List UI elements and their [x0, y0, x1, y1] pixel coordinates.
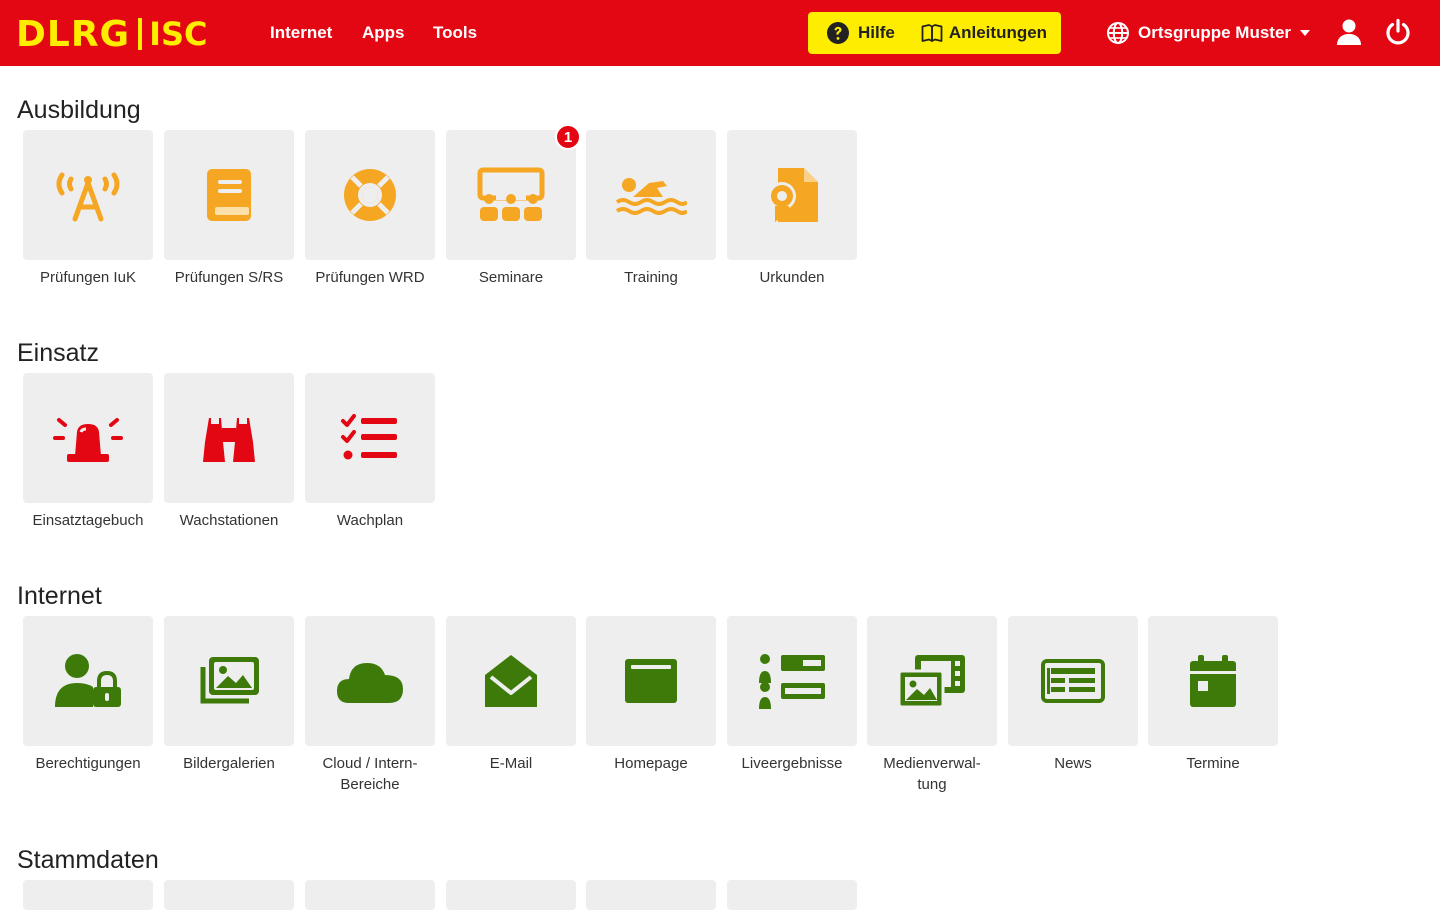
tile-cloud-intern-bereiche[interactable]: Cloud / Intern- Bereiche — [305, 616, 435, 795]
logo-divider — [138, 18, 143, 50]
help-button-group: Hilfe Anleitungen — [808, 12, 1061, 54]
tile-training[interactable]: Training — [586, 130, 716, 288]
section-title-stammdaten: Stammdaten — [17, 846, 159, 874]
tile-label: Liveergebnisse — [741, 755, 843, 772]
newspaper-icon — [1041, 659, 1105, 703]
siren-icon — [53, 418, 123, 462]
tile-label: Berechtigungen — [35, 755, 141, 772]
envelope-open-icon — [485, 655, 537, 707]
help-button[interactable]: Hilfe — [808, 12, 895, 54]
power-icon[interactable] — [1384, 18, 1412, 46]
top-navbar: DLRG ISC Internet Apps Tools Hilfe Anlei… — [0, 0, 1440, 66]
tile-einsatztagebuch[interactable]: Einsatztagebuch — [23, 373, 153, 531]
user-icon[interactable] — [1336, 18, 1362, 46]
calendar-icon — [1190, 655, 1236, 707]
notification-badge: 1 — [555, 124, 581, 150]
nav-apps[interactable]: Apps — [362, 22, 405, 44]
book-icon — [207, 169, 251, 221]
tile-wachplan[interactable]: Wachplan — [305, 373, 435, 531]
organization-label: Ortsgruppe Muster — [1138, 23, 1292, 42]
browser-window-icon — [625, 659, 677, 703]
tile-pruefungen-wrd[interactable]: Prüfungen WRD — [305, 130, 435, 288]
tile-label: Homepage — [614, 755, 688, 772]
tile-stammdaten-partial[interactable] — [446, 880, 576, 910]
tile-label: News — [1054, 755, 1092, 772]
tile-label: Termine — [1186, 755, 1240, 772]
tile-pruefungen-iuk[interactable]: Prüfungen IuK — [23, 130, 153, 288]
section-title-internet: Internet — [17, 582, 102, 610]
tile-label: Bildergalerien — [183, 755, 275, 772]
tile-label-line: Bereiche — [340, 776, 400, 793]
user-lock-icon — [55, 654, 121, 707]
dlrg-isc-logo[interactable]: DLRG ISC — [16, 13, 208, 55]
nav-tools[interactable]: Tools — [433, 22, 477, 44]
logo-isc-text: ISC — [149, 15, 208, 53]
tile-label: Einsatztagebuch — [32, 512, 144, 529]
tile-stammdaten-partial[interactable] — [305, 880, 435, 910]
tile-wachstationen[interactable]: Wachstationen — [164, 373, 294, 531]
tile-termine[interactable]: Termine — [1148, 616, 1278, 774]
tile-label: Seminare — [478, 269, 544, 286]
section-title-einsatz: Einsatz — [17, 339, 99, 367]
tile-label: Prüfungen IuK — [40, 269, 136, 286]
tile-label: Prüfungen S/RS — [174, 269, 284, 286]
tile-stammdaten-partial[interactable] — [164, 880, 294, 910]
tile-label-line: tung — [917, 776, 947, 793]
help-label: Hilfe — [858, 23, 895, 42]
book-open-icon — [921, 24, 943, 42]
tile-seminare[interactable]: Seminare 1 — [446, 124, 581, 288]
logo-dlrg-text: DLRG — [16, 13, 131, 55]
tile-liveergebnisse[interactable]: Liveergebnisse — [727, 616, 857, 774]
tile-label: Medienverwal- tung — [857, 753, 1007, 795]
classroom-icon — [477, 167, 545, 221]
media-icon — [897, 655, 965, 709]
tile-label-line: Cloud / Intern- — [322, 755, 418, 772]
binoculars-icon — [203, 416, 255, 462]
tile-berechtigungen[interactable]: Berechtigungen — [23, 616, 153, 774]
swimmer-icon — [615, 178, 687, 215]
nav-internet[interactable]: Internet — [270, 22, 332, 44]
guides-button[interactable]: Anleitungen — [895, 12, 1047, 54]
tile-stammdaten-partial[interactable] — [586, 880, 716, 910]
chevron-down-icon — [1300, 30, 1311, 36]
cloud-icon — [337, 663, 403, 703]
tile-stammdaten-partial[interactable] — [727, 880, 857, 910]
guides-label: Anleitungen — [948, 23, 1048, 42]
tile-pruefungen-srs[interactable]: Prüfungen S/RS — [164, 130, 294, 288]
list-icon — [759, 654, 825, 709]
tile-label: Wachplan — [336, 512, 404, 529]
tile-bildergalerien[interactable]: Bildergalerien — [164, 616, 294, 774]
lifebuoy-icon — [344, 169, 396, 221]
antenna-icon — [56, 172, 120, 222]
tile-homepage[interactable]: Homepage — [586, 616, 716, 774]
checklist-icon — [341, 414, 397, 460]
images-icon — [200, 657, 259, 704]
tile-stammdaten-partial[interactable] — [23, 880, 153, 910]
tile-news[interactable]: News — [1008, 616, 1138, 774]
question-circle-icon — [827, 22, 849, 44]
tile-e-mail[interactable]: E-Mail — [446, 616, 576, 774]
certificate-icon — [768, 168, 818, 222]
tile-label: Urkunden — [759, 269, 825, 286]
tile-label: Prüfungen WRD — [315, 269, 425, 286]
tile-label: Cloud / Intern- Bereiche — [295, 753, 445, 795]
tile-label-line: Medienverwal- — [883, 755, 981, 772]
tile-urkunden[interactable]: Urkunden — [727, 130, 857, 288]
tile-label: E-Mail — [489, 755, 533, 772]
tile-label: Wachstationen — [179, 512, 279, 529]
tile-label: Training — [624, 269, 678, 286]
globe-icon — [1107, 22, 1129, 44]
organization-dropdown[interactable]: Ortsgruppe Muster — [1106, 18, 1311, 48]
section-title-ausbildung: Ausbildung — [17, 96, 141, 124]
tile-medienverwaltung[interactable]: Medienverwal- tung — [867, 616, 997, 795]
